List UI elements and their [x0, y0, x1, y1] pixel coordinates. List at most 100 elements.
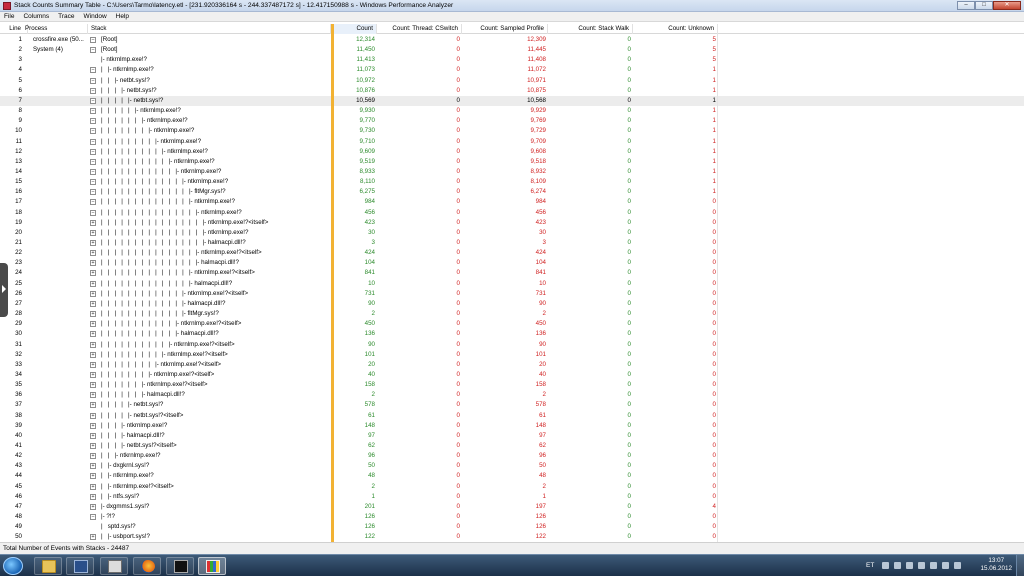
- table-row[interactable]: 45 | |- ntkrnlmp.exe!?<itself> 2 0 2 0 0 +: [0, 482, 1024, 492]
- expand-node-icon[interactable]: +: [90, 280, 96, 287]
- collapse-node-icon[interactable]: −: [90, 189, 96, 196]
- show-hidden-icons-icon[interactable]: [882, 562, 889, 569]
- table-row[interactable]: 20 | | | | | | | | | | | | | | | |- ntkrn…: [0, 228, 1024, 238]
- column-header-count-sampled-profile[interactable]: Count: Sampled Profile: [462, 24, 548, 34]
- menu-file[interactable]: File: [0, 12, 19, 21]
- close-button[interactable]: ✕: [993, 1, 1021, 10]
- table-row[interactable]: 17 | | | | | | | | | | | | | |- ntkrnlmp.…: [0, 197, 1024, 207]
- expand-node-icon[interactable]: +: [90, 392, 96, 399]
- table-row[interactable]: 30 | | | | | | | | | | | |- halmacpi.dll!…: [0, 329, 1024, 339]
- collapse-node-icon[interactable]: −: [90, 77, 96, 84]
- table-row[interactable]: 21 | | | | | | | | | | | | | | | |- halma…: [0, 238, 1024, 248]
- table-row[interactable]: 23 | | | | | | | | | | | | | | |- halmacp…: [0, 258, 1024, 268]
- table-row[interactable]: 9 | | | | | | |- ntkrnlmp.exe!? 9,770 0 9,76…: [0, 116, 1024, 126]
- menu-trace[interactable]: Trace: [54, 12, 79, 21]
- table-row[interactable]: 39 | | | |- ntkrnlmp.exe!? 148 0 148 0 0 +: [0, 421, 1024, 431]
- table-row[interactable]: 27 | | | | | | | | | | | | |- halmacpi.dl…: [0, 299, 1024, 309]
- menu-columns[interactable]: Columns: [19, 12, 54, 21]
- table-row[interactable]: 10 | | | | | | | |- ntkrnlmp.exe!? 9,730 0 9…: [0, 126, 1024, 136]
- taskbar-firefox-button[interactable]: [133, 557, 161, 575]
- table-row[interactable]: 28 | | | | | | | | | | | | |- fltMgr.sys!…: [0, 309, 1024, 319]
- clock[interactable]: 13:07 15.06.2012: [980, 557, 1012, 573]
- expand-node-icon[interactable]: +: [90, 260, 96, 267]
- table-row[interactable]: 35 | | | | | | |- ntkrnlmp.exe!?<itself> 1…: [0, 380, 1024, 390]
- table-row[interactable]: 43 | |- dxgkrnl.sys!? 50 0 50 0 0 +: [0, 461, 1024, 471]
- expand-node-icon[interactable]: +: [90, 250, 96, 257]
- collapse-node-icon[interactable]: −: [90, 67, 96, 74]
- table-row[interactable]: 12 | | | | | | | | | |- ntkrnlmp.exe!? 9,6…: [0, 147, 1024, 157]
- collapse-node-icon[interactable]: −: [90, 209, 96, 216]
- table-row[interactable]: 22 | | | | | | | | | | | | | | |- ntkrnlm…: [0, 248, 1024, 258]
- table-row[interactable]: 50 | |- usbport.sys!? 122 0 122 0 0 +: [0, 532, 1024, 542]
- expand-node-icon[interactable]: +: [90, 402, 96, 409]
- collapse-node-icon[interactable]: −: [90, 108, 96, 115]
- table-row[interactable]: 29 | | | | | | | | | | | |- ntkrnlmp.exe!…: [0, 319, 1024, 329]
- expand-node-icon[interactable]: +: [90, 361, 96, 368]
- expand-node-icon[interactable]: +: [90, 270, 96, 277]
- table-row[interactable]: 34 | | | | | | | |- ntkrnlmp.exe!?<itself…: [0, 370, 1024, 380]
- network-icon[interactable]: [930, 562, 937, 569]
- menu-help[interactable]: Help: [112, 12, 134, 21]
- side-panel-toggle[interactable]: [0, 263, 8, 317]
- expand-node-icon[interactable]: +: [90, 331, 96, 338]
- taskbar-tool-button[interactable]: [100, 557, 128, 575]
- expand-node-icon[interactable]: +: [90, 503, 96, 510]
- expand-node-icon[interactable]: +: [90, 422, 96, 429]
- expand-node-icon[interactable]: +: [90, 382, 96, 389]
- collapse-node-icon[interactable]: −: [90, 199, 96, 206]
- table-row[interactable]: 32 | | | | | | | | | |- ntkrnlmp.exe!?<it…: [0, 350, 1024, 360]
- table-row[interactable]: 33 | | | | | | | | |- ntkrnlmp.exe!?<itse…: [0, 360, 1024, 370]
- tray-app-icon[interactable]: [918, 562, 925, 569]
- language-indicator[interactable]: ET: [866, 562, 874, 569]
- collapse-node-icon[interactable]: −: [90, 148, 96, 155]
- expand-node-icon[interactable]: +: [90, 432, 96, 439]
- table-row[interactable]: 48 |- ?!? 126 0 126 0 0 −: [0, 512, 1024, 522]
- expand-node-icon[interactable]: +: [90, 493, 96, 500]
- table-row[interactable]: 37 | | | | |- netbt.sys!? 578 0 578 0 0 +: [0, 400, 1024, 410]
- table-row[interactable]: 6 | | | |- netbt.sys!? 10,876 0 10,875 0 1 −: [0, 86, 1024, 96]
- start-button[interactable]: [3, 557, 23, 575]
- show-desktop-button[interactable]: [1016, 555, 1024, 576]
- expand-node-icon[interactable]: +: [90, 311, 96, 318]
- expand-node-icon[interactable]: +: [90, 341, 96, 348]
- taskbar-explorer-button[interactable]: [34, 557, 62, 575]
- table-row[interactable]: 13 | | | | | | | | | | |- ntkrnlmp.exe!? 9…: [0, 157, 1024, 167]
- expand-node-icon[interactable]: +: [90, 351, 96, 358]
- action-center-icon[interactable]: [954, 562, 961, 569]
- collapse-node-icon[interactable]: −: [90, 87, 96, 94]
- table-row[interactable]: 19 | | | | | | | | | | | | | | | |- ntkrn…: [0, 218, 1024, 228]
- collapse-node-icon[interactable]: −: [90, 138, 96, 145]
- expand-node-icon[interactable]: +: [90, 463, 96, 470]
- table-row[interactable]: 41 | | | |- netbt.sys!?<itself> 62 0 62 0 0 +: [0, 441, 1024, 451]
- column-header-count-unknown[interactable]: Count: Unknown: [633, 24, 718, 34]
- expand-node-icon[interactable]: +: [90, 473, 96, 480]
- expand-node-icon[interactable]: +: [90, 483, 96, 490]
- expand-node-icon[interactable]: +: [90, 219, 96, 226]
- column-header-count-cswitch[interactable]: Count: Thread: CSwitch: [377, 24, 462, 34]
- volume-icon[interactable]: [942, 562, 949, 569]
- table-row[interactable]: 7 | | | | |- netbt.sys!? 10,569 0 10,568 0 1 −: [0, 95, 1024, 107]
- collapse-node-icon[interactable]: −: [90, 158, 96, 165]
- taskbar-wpa-button[interactable]: [198, 557, 226, 575]
- table-row[interactable]: 15 | | | | | | | | | | | | |- ntkrnlmp.ex…: [0, 177, 1024, 187]
- table-row[interactable]: 8 | | | | | |- ntkrnlmp.exe!? 9,930 0 9,929 0…: [0, 106, 1024, 116]
- table-row[interactable]: 16 | | | | | | | | | | | | | |- fltMgr.sy…: [0, 187, 1024, 197]
- collapse-node-icon[interactable]: −: [90, 47, 96, 54]
- column-header-count-stack-walk[interactable]: Count: Stack Walk: [548, 24, 633, 34]
- table-row[interactable]: 5 | | |- netbt.sys!? 10,972 0 10,971 0 1 −: [0, 76, 1024, 86]
- collapse-node-icon[interactable]: −: [90, 97, 96, 104]
- table-row[interactable]: 36 | | | | | | |- halmacpi.dll!? 2 0 2 0 0 +: [0, 390, 1024, 400]
- expand-node-icon[interactable]: +: [90, 412, 96, 419]
- table-row[interactable]: 2 System (4) [Root] 11,450 0 11,445 0 5 −: [0, 45, 1024, 55]
- collapse-node-icon[interactable]: −: [90, 179, 96, 186]
- expand-node-icon[interactable]: +: [90, 371, 96, 378]
- expand-node-icon[interactable]: +: [90, 300, 96, 307]
- column-header-count[interactable]: Count: [334, 24, 377, 34]
- collapse-node-icon[interactable]: −: [90, 128, 96, 135]
- expand-node-icon[interactable]: +: [90, 534, 96, 541]
- collapse-node-icon[interactable]: −: [90, 118, 96, 125]
- column-header-process[interactable]: Process: [22, 24, 88, 34]
- expand-node-icon[interactable]: +: [90, 321, 96, 328]
- table-row[interactable]: 14 | | | | | | | | | | | |- ntkrnlmp.exe!…: [0, 167, 1024, 177]
- maximize-button[interactable]: □: [975, 1, 993, 10]
